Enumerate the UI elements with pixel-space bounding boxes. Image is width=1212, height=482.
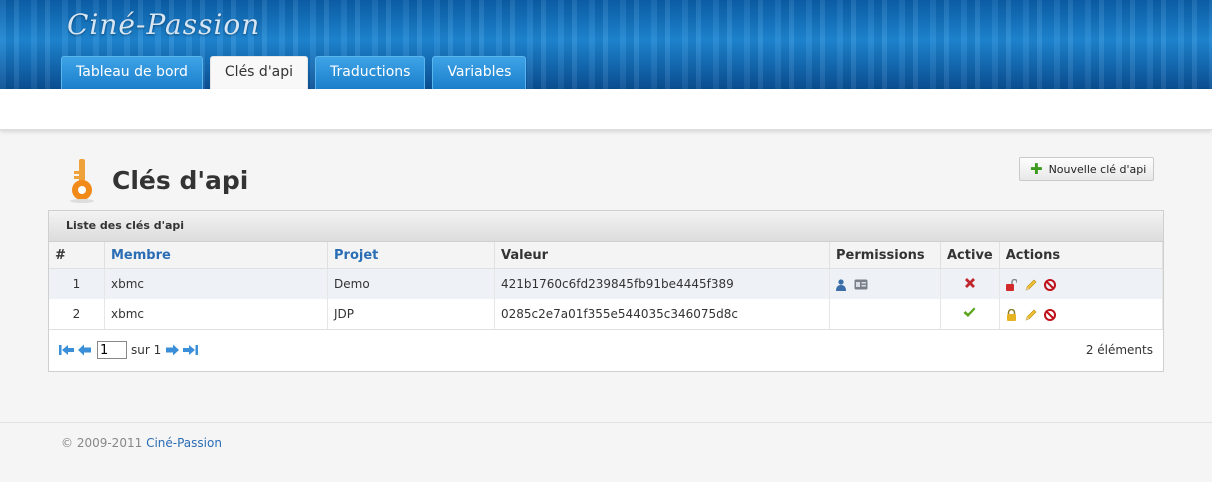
- edit-pencil-icon[interactable]: [1025, 279, 1037, 291]
- new-api-key-label: Nouvelle clé d'api: [1048, 162, 1147, 176]
- previous-page-icon[interactable]: [78, 344, 92, 356]
- col-header-value: Valeur: [494, 242, 830, 269]
- col-header-number: #: [49, 242, 105, 269]
- last-page-icon[interactable]: [182, 344, 199, 356]
- row-active-status[interactable]: [940, 268, 1000, 299]
- main-tabs: Tableau de bord Clés d'api Traductions V…: [61, 56, 533, 89]
- row-member: xbmc: [104, 268, 328, 299]
- page-total-label: sur 1: [131, 343, 162, 357]
- col-header-permissions: Permissions: [829, 242, 941, 269]
- row-actions: [999, 299, 1164, 330]
- delete-icon[interactable]: [1044, 278, 1057, 291]
- row-number: 1: [49, 268, 105, 299]
- tab-variables[interactable]: Variables: [432, 56, 527, 89]
- plus-icon: ✚: [1030, 160, 1043, 178]
- row-member: xbmc: [104, 299, 328, 330]
- copyright-text: © 2009-2011: [61, 436, 143, 450]
- unlock-icon[interactable]: [1005, 278, 1017, 291]
- col-header-project[interactable]: Projet: [327, 242, 495, 269]
- first-page-icon[interactable]: [59, 344, 75, 356]
- row-actions: [999, 268, 1164, 299]
- row-value: 421b1760c6fd239845fb91be4445f389: [494, 268, 830, 299]
- table-row[interactable]: 1 xbmc Demo 421b1760c6fd239845fb91be4445…: [49, 268, 1164, 299]
- inactive-cross-icon: [964, 277, 975, 288]
- tab-traductions[interactable]: Traductions: [315, 56, 426, 89]
- grid-caption: Liste des clés d'api: [49, 211, 1163, 242]
- col-header-active: Active: [940, 242, 1000, 269]
- grid-pager-bar: sur 1 2 éléments: [49, 330, 1163, 370]
- page-title: Clés d'api: [112, 165, 249, 195]
- api-keys-table: # Membre Projet Valeur Permissions Activ…: [49, 242, 1164, 330]
- new-api-key-button[interactable]: ✚ Nouvelle clé d'api: [1019, 157, 1154, 181]
- card-icon: [854, 279, 868, 290]
- row-value: 0285c2e7a01f355e544035c346075d8c: [494, 299, 830, 330]
- table-header-row: # Membre Projet Valeur Permissions Activ…: [49, 242, 1164, 269]
- row-project: JDP: [327, 299, 495, 330]
- next-page-icon[interactable]: [165, 344, 180, 356]
- edit-pencil-icon[interactable]: [1025, 309, 1037, 321]
- tab-cles-api[interactable]: Clés d'api: [209, 56, 309, 89]
- page-heading: Clés d'api: [66, 157, 248, 203]
- footer-divider: [0, 422, 1212, 423]
- brand-logo: Ciné-Passion: [67, 8, 261, 41]
- footer-brand-link[interactable]: Ciné-Passion: [146, 436, 222, 450]
- col-header-actions: Actions: [999, 242, 1164, 269]
- item-count: 2 éléments: [1085, 343, 1153, 357]
- header: Ciné-Passion Tableau de bord Clés d'api …: [0, 0, 1212, 89]
- tab-tableau-de-bord[interactable]: Tableau de bord: [61, 56, 203, 89]
- page-number-input[interactable]: [97, 341, 127, 359]
- key-icon: [70, 159, 94, 203]
- row-active-status[interactable]: [940, 299, 1000, 330]
- row-number: 2: [49, 299, 105, 330]
- active-check-icon: [963, 307, 976, 317]
- row-permissions: [829, 299, 941, 330]
- row-permissions: [829, 268, 941, 299]
- pager: sur 1: [59, 341, 201, 359]
- row-project: Demo: [327, 268, 495, 299]
- delete-icon[interactable]: [1044, 308, 1057, 321]
- api-keys-grid: Liste des clés d'api # Membre Projet Val…: [48, 210, 1164, 372]
- lock-icon[interactable]: [1006, 308, 1017, 321]
- sub-navigation-bar: [0, 89, 1212, 130]
- table-row[interactable]: 2 xbmc JDP 0285c2e7a01f355e544035c346075…: [49, 299, 1164, 330]
- col-header-member[interactable]: Membre: [104, 242, 328, 269]
- user-icon: [836, 278, 846, 291]
- copyright: © 2009-2011 Ciné-Passion: [61, 436, 222, 450]
